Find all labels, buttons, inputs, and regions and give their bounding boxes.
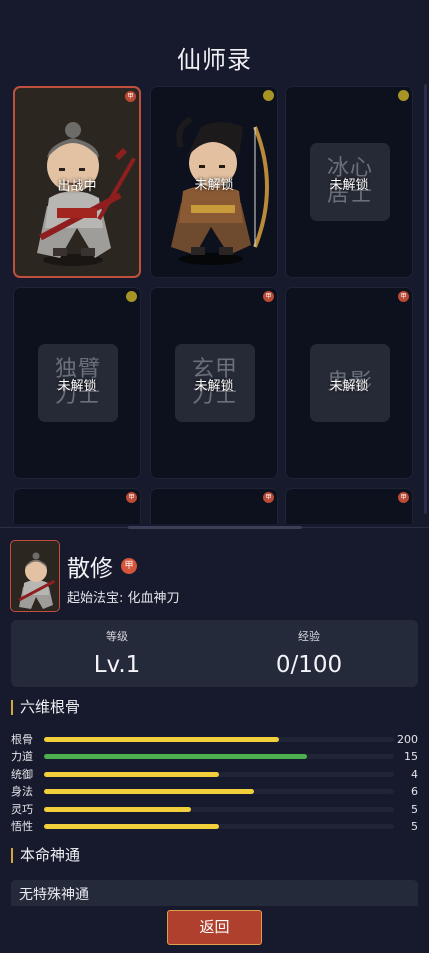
attribute-name: 根骨 — [11, 733, 33, 746]
attribute-bar — [44, 771, 394, 777]
exp-stat: 经验 0/100 — [209, 620, 409, 678]
hero-card-6[interactable]: 鬼影 甲 未解锁 — [285, 287, 413, 479]
hero-card-8[interactable]: 甲 — [150, 488, 278, 524]
hero-avatar — [10, 540, 60, 612]
level-stat: 等级 Lv.1 — [17, 620, 217, 678]
hero-card-9[interactable]: 甲 — [285, 488, 413, 524]
attribute-name: 灵巧 — [11, 802, 33, 816]
rank-badge: 甲 — [126, 492, 137, 503]
attribute-bar-fill — [44, 824, 219, 829]
grid-scroll-handle[interactable] — [128, 526, 302, 529]
attribute-bar-fill — [44, 754, 307, 760]
attribute-bar — [44, 824, 394, 829]
attributes-heading: 六维根骨 — [11, 700, 80, 715]
attribute-name: 统御 — [11, 767, 33, 781]
skill-box: 无特殊神通 — [11, 880, 418, 906]
attribute-row: 灵巧 5 — [11, 803, 418, 817]
rank-badge: 甲 — [263, 492, 274, 503]
card-status: 出战中 — [57, 179, 97, 194]
hero-rank-badge: 甲 — [121, 558, 137, 574]
hero-starting-treasure: 起始法宝: 化血神刀 — [67, 591, 180, 606]
attribute-value: 5 — [411, 802, 418, 816]
hero-card-2[interactable]: 未解锁 — [150, 86, 278, 278]
attribute-value: 6 — [411, 785, 418, 799]
attribute-row: 身法 6 — [11, 785, 418, 799]
attribute-bar — [44, 789, 394, 795]
hero-card-3[interactable]: 冰心居士 未解锁 — [285, 86, 413, 278]
level-value: Lv.1 — [93, 652, 141, 678]
attribute-name: 身法 — [11, 785, 33, 799]
rank-badge — [263, 90, 274, 101]
card-status: 未解锁 — [329, 178, 369, 193]
attribute-bar-fill — [44, 737, 279, 742]
card-status: 未解锁 — [57, 379, 97, 394]
attribute-name: 悟性 — [11, 820, 33, 833]
skill-heading: 本命神通 — [11, 848, 80, 863]
hero-card-1[interactable]: 甲 出战中 — [13, 86, 141, 278]
hero-name: 散修 — [67, 556, 113, 582]
attribute-row: 悟性 5 — [11, 820, 418, 834]
attribute-bar — [44, 754, 394, 760]
card-status: 未解锁 — [329, 379, 369, 394]
card-status: 未解锁 — [194, 178, 234, 193]
attribute-row: 根骨 200 — [11, 733, 418, 747]
attribute-bar-fill — [44, 789, 254, 795]
page-title: 仙师录 — [177, 46, 252, 74]
attribute-row: 力道 15 — [11, 750, 418, 764]
hero-avatar-figure — [18, 552, 56, 609]
card-status: 未解锁 — [194, 379, 234, 394]
rank-badge — [398, 90, 409, 101]
rank-badge: 甲 — [263, 291, 274, 302]
hero-card-5[interactable]: 玄甲力士 甲 未解锁 — [150, 287, 278, 479]
exp-label: 经验 — [298, 630, 320, 643]
grid-scrollbar[interactable] — [424, 84, 427, 514]
attribute-name: 力道 — [11, 750, 33, 764]
attribute-value: 200 — [397, 733, 418, 746]
level-label: 等级 — [106, 630, 128, 643]
attribute-value: 5 — [411, 820, 418, 833]
rank-badge: 甲 — [125, 91, 136, 102]
attribute-value: 4 — [411, 767, 418, 781]
rank-badge: 甲 — [398, 492, 409, 503]
attribute-bar-fill — [44, 771, 219, 777]
hero-card-7[interactable]: 甲 — [13, 488, 141, 524]
back-button[interactable]: 返回 — [167, 910, 262, 945]
rank-badge: 甲 — [398, 291, 409, 302]
rank-badge — [126, 291, 137, 302]
attribute-bar-fill — [44, 806, 191, 812]
level-exp-box: 等级 Lv.1 经验 0/100 — [11, 620, 418, 687]
attribute-row: 统御 4 — [11, 768, 418, 782]
exp-value: 0/100 — [275, 652, 343, 678]
attribute-bar — [44, 737, 394, 742]
attribute-bar — [44, 806, 394, 812]
attribute-value: 15 — [404, 750, 418, 764]
hero-card-4[interactable]: 独臂力士 未解锁 — [13, 287, 141, 479]
hero-grid[interactable]: 甲 出战中 未解锁 冰心居士 未解锁 独臂力士 未解锁 玄甲力士 甲 未解锁 鬼… — [0, 84, 429, 524]
